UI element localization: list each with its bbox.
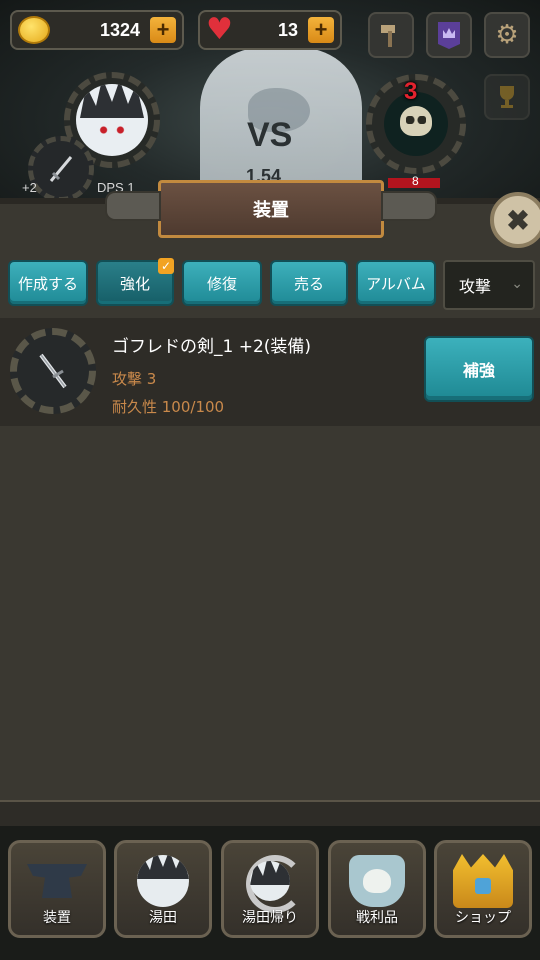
banner-icon [438, 22, 460, 49]
hero-face-icon [76, 84, 148, 156]
hammer-icon [381, 25, 395, 47]
return-icon [238, 853, 304, 913]
close-icon: ✖ [506, 204, 530, 236]
panel-header: 装置 [105, 180, 437, 238]
equipped-weapon-slot[interactable] [28, 136, 94, 200]
tab-label: 強化 [119, 274, 150, 293]
panel-bottom-edge [0, 800, 540, 826]
nav-label: 戦利品 [356, 910, 398, 926]
vs-label: VS [247, 116, 293, 154]
nav-label: 装置 [43, 910, 71, 926]
enemy-bar-value: 8 [412, 174, 419, 188]
nav-label: ショップ [455, 910, 511, 926]
gear-icon: ⚙ [495, 20, 519, 50]
settings-button[interactable]: ⚙ [484, 12, 530, 58]
reinforce-label: 補強 [462, 361, 495, 380]
chevron-down-icon: ⌄ [511, 276, 523, 292]
filter-dropdown[interactable]: 攻撃 ⌄ [443, 260, 535, 310]
nav-loot[interactable]: 戦利品 [328, 840, 426, 938]
trophy-button[interactable] [484, 74, 530, 120]
filter-value: 攻撃 [459, 277, 492, 296]
battle-scene: VS 1.54 1324 + ♥ 13 + ⚙ 3 8 +2 DPS 1 [0, 0, 540, 200]
anvil-icon [25, 853, 89, 909]
coin-icon [18, 16, 50, 44]
tab-album[interactable]: アルバム [356, 260, 436, 306]
tab-enhance[interactable]: 強化 ✓ [96, 258, 174, 306]
guild-banner-button[interactable] [426, 12, 472, 58]
nav-shop[interactable]: ショップ [434, 840, 532, 938]
enemy-level: 3 [404, 78, 418, 105]
item-name: ゴフレドの剣_1 +2(装備) [112, 337, 312, 357]
add-hearts-button[interactable]: + [308, 17, 334, 43]
shop-chest-icon [451, 853, 515, 909]
coin-value: 1324 [99, 19, 140, 40]
nav-label: 湯田帰り [242, 910, 298, 926]
loot-icon [345, 853, 409, 909]
item-slot [10, 328, 96, 414]
tab-label: 作成する [17, 274, 78, 293]
reinforce-button[interactable]: 補強 [424, 336, 534, 402]
heart-counter: ♥ 13 + [198, 10, 342, 50]
tab-repair[interactable]: 修復 [182, 260, 262, 306]
heart-value: 13 [277, 19, 298, 40]
nav-hero[interactable]: 湯田 [114, 840, 212, 938]
heart-icon: ♥ [206, 12, 233, 47]
item-durability: 耐久性 100/100 [112, 398, 225, 416]
equipment-tabs: 作成する 強化 ✓ 修復 売る アルバム 攻撃 ⌄ [8, 258, 536, 310]
nav-label: 湯田 [149, 910, 177, 926]
tab-create[interactable]: 作成する [8, 260, 88, 306]
sword-icon [39, 353, 67, 389]
tab-label: アルバム [366, 274, 426, 293]
tab-sell[interactable]: 売る [270, 260, 348, 306]
trophy-icon [500, 86, 514, 108]
hammer-button[interactable] [368, 12, 414, 58]
checkmark-icon: ✓ [158, 258, 174, 274]
coin-counter: 1324 + [10, 10, 184, 50]
equipment-list-item[interactable]: ゴフレドの剣_1 +2(装備) 攻撃 3 耐久性 100/100 補強 [0, 318, 540, 426]
weapon-plus-level: +2 [22, 180, 37, 195]
add-coins-button[interactable]: + [150, 17, 176, 43]
nav-equipment[interactable]: 装置 [8, 840, 106, 938]
nav-hero-return[interactable]: 湯田帰り [221, 840, 319, 938]
bottom-nav: 装置 湯田 湯田帰り 戦利品 ショップ [0, 826, 540, 960]
tab-label: 修復 [206, 274, 237, 293]
panel-title: 装置 [253, 200, 289, 221]
hero-icon [131, 853, 195, 909]
sword-icon [49, 156, 73, 182]
close-button[interactable]: ✖ [490, 192, 540, 248]
tab-label: 売る [293, 274, 324, 293]
item-attack: 攻撃 3 [112, 370, 157, 388]
